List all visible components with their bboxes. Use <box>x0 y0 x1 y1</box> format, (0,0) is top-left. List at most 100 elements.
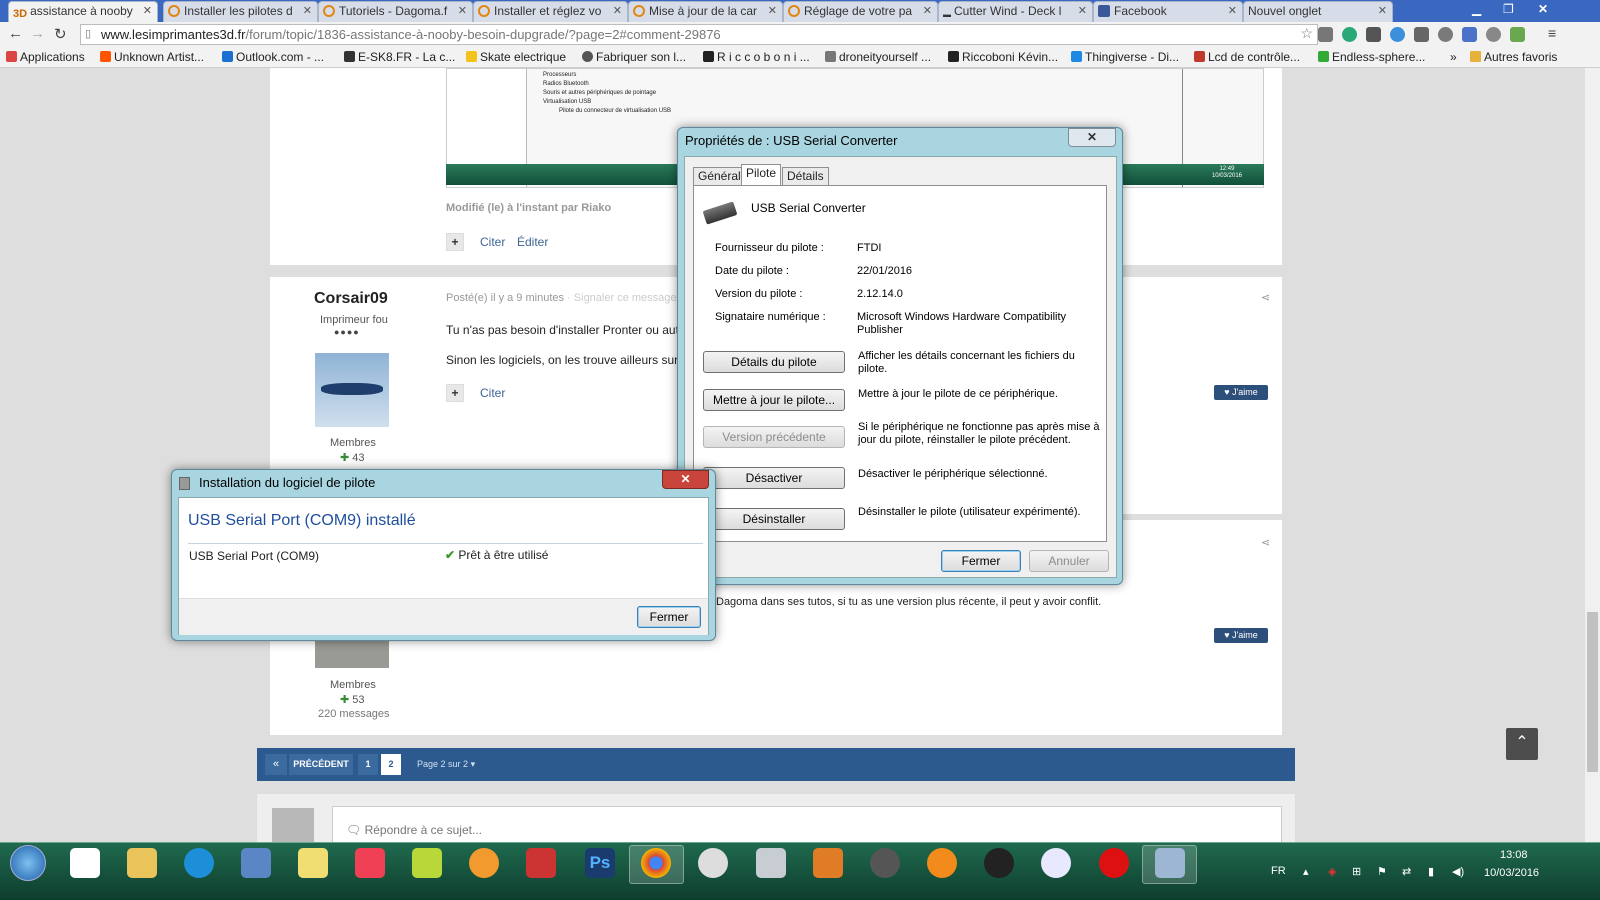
bookmark-fabriquer[interactable]: Fabriquer son l... <box>582 50 686 64</box>
menu-icon[interactable]: ≡ <box>1548 25 1556 41</box>
cura-icon[interactable] <box>813 848 843 878</box>
bookmark-riccoboni-kevin[interactable]: Riccoboni Kévin... <box>948 50 1058 64</box>
opera-icon[interactable] <box>1099 848 1129 878</box>
arduino-icon[interactable] <box>412 848 442 878</box>
uninstall-button[interactable]: Désinstaller <box>703 508 845 530</box>
scrollbar-thumb[interactable] <box>1587 612 1598 772</box>
remote-desktop-icon[interactable] <box>241 848 271 878</box>
bookmark-lcd[interactable]: Lcd de contrôle... <box>1194 50 1300 64</box>
close-tab-icon[interactable]: ✕ <box>458 2 467 21</box>
multiquote-button[interactable]: + <box>446 384 464 402</box>
scroll-top-button[interactable]: ⌃ <box>1506 728 1538 760</box>
bookmark-skate-electrique[interactable]: Skate electrique <box>466 50 566 64</box>
update-driver-button[interactable]: Mettre à jour le pilote... <box>703 389 845 411</box>
first-page-icon[interactable]: « <box>265 754 287 775</box>
close-tab-icon[interactable]: ✕ <box>303 2 312 21</box>
com-tool-icon[interactable] <box>1041 848 1071 878</box>
tab-pilote[interactable]: Pilote <box>741 164 782 185</box>
tab-details[interactable]: Détails <box>782 167 829 185</box>
cast-icon[interactable] <box>1318 27 1333 42</box>
sketchup-icon[interactable] <box>526 848 556 878</box>
bookmark-overflow[interactable]: » <box>1450 50 1457 64</box>
volume-icon[interactable]: ◀) <box>1452 865 1464 878</box>
reload-icon[interactable]: ↻ <box>54 25 67 43</box>
alienware-icon[interactable] <box>984 848 1014 878</box>
tab-lesimprimantes3d[interactable]: 3D assistance à nooby ✕ <box>8 1 158 22</box>
bookmark-esk8[interactable]: E-SK8.FR - La c... <box>344 50 455 64</box>
tab-general[interactable]: Général <box>693 167 746 185</box>
avatar[interactable] <box>315 353 389 427</box>
battery-icon[interactable]: ▮ <box>1428 865 1434 878</box>
page-2-button[interactable]: 2 <box>381 754 401 775</box>
minimize-icon[interactable]: ▁ <box>1472 2 1481 16</box>
previous-page-button[interactable]: PRÉCÉDENT <box>289 754 353 775</box>
like-button[interactable]: ♥ J'aime <box>1214 628 1268 643</box>
bookmark-unknown-artist[interactable]: Unknown Artist... <box>100 50 204 64</box>
clock-time[interactable]: 13:08 <box>1500 849 1528 861</box>
forward-icon[interactable]: → <box>30 25 45 42</box>
driver-details-button[interactable]: Détails du pilote <box>703 351 845 373</box>
pocket-app-icon[interactable] <box>355 848 385 878</box>
calculator-icon[interactable] <box>756 848 786 878</box>
star-icon[interactable]: ☆ <box>1300 24 1313 43</box>
author-name[interactable]: Corsair09 <box>314 290 388 308</box>
device-manager-icon[interactable] <box>1155 848 1185 878</box>
cite-link[interactable]: Citer <box>480 235 505 249</box>
extension-icon[interactable] <box>1414 27 1429 42</box>
close-tab-icon[interactable]: ✕ <box>768 2 777 21</box>
close-tab-icon[interactable]: ✕ <box>1228 2 1237 21</box>
tab-facebook[interactable]: Facebook ✕ <box>1093 1 1243 22</box>
page-jump-dropdown[interactable]: Page 2 sur 2 ▾ <box>417 759 475 770</box>
bookmark-applications[interactable]: Applications <box>6 50 85 64</box>
page-1-button[interactable]: 1 <box>358 754 378 775</box>
bookmark-droneityourself[interactable]: droneityourself ... <box>825 50 931 64</box>
antivirus-icon[interactable]: ◈ <box>1328 865 1336 878</box>
extension-gray-icon[interactable] <box>1486 27 1501 42</box>
tab-mise-a-jour[interactable]: Mise à jour de la car ✕ <box>628 1 783 22</box>
close-tab-icon[interactable]: ✕ <box>1078 2 1087 21</box>
close-tab-icon[interactable]: ✕ <box>923 2 932 21</box>
share-icon[interactable]: ⋖ <box>1261 291 1270 304</box>
photoshop-icon[interactable]: Ps <box>585 848 615 878</box>
close-icon[interactable]: ✕ <box>1068 128 1116 147</box>
apps-grid-icon[interactable] <box>70 848 100 878</box>
cite-link[interactable]: Citer <box>480 386 505 400</box>
close-tab-icon[interactable]: ✕ <box>613 2 622 21</box>
rollback-driver-button[interactable]: Version précédente <box>703 426 845 448</box>
file-explorer-icon[interactable] <box>127 848 157 878</box>
extension-green-icon[interactable] <box>1342 27 1357 42</box>
sticky-notes-icon[interactable] <box>298 848 328 878</box>
bookmark-outlook[interactable]: Outlook.com - ... <box>222 50 324 64</box>
drive-icon[interactable] <box>1510 27 1525 42</box>
bookmark-endless-sphere[interactable]: Endless-sphere... <box>1318 50 1425 64</box>
cloud-icon[interactable] <box>1390 27 1405 42</box>
bookmark-thingiverse[interactable]: Thingiverse - Di... <box>1071 50 1179 64</box>
close-button[interactable]: Fermer <box>941 550 1021 572</box>
webcam-icon[interactable] <box>870 848 900 878</box>
network-icon[interactable]: ⇄ <box>1402 865 1411 878</box>
close-icon[interactable]: ✕ <box>662 470 709 489</box>
like-button[interactable]: ♥ J'aime <box>1214 385 1268 400</box>
chrome-icon[interactable] <box>641 848 671 878</box>
restore-icon[interactable]: ❐ <box>1503 2 1514 16</box>
back-icon[interactable]: ← <box>8 25 23 42</box>
media-player-icon[interactable] <box>469 848 499 878</box>
close-tab-icon[interactable]: ✕ <box>1378 2 1387 21</box>
action-center-icon[interactable]: ⚑ <box>1377 865 1387 878</box>
teamviewer-icon[interactable] <box>184 848 214 878</box>
snipping-tool-icon[interactable] <box>698 848 728 878</box>
language-indicator[interactable]: FR <box>1271 865 1286 877</box>
tray-expand-icon[interactable]: ▴ <box>1303 865 1309 878</box>
ccleaner-icon[interactable] <box>927 848 957 878</box>
clock-date[interactable]: 10/03/2016 <box>1484 867 1539 879</box>
extension-blue-icon[interactable] <box>1462 27 1477 42</box>
tab-nouvel-onglet[interactable]: Nouvel onglet ✕ <box>1243 1 1393 22</box>
multiquote-button[interactable]: + <box>446 233 464 251</box>
cancel-button[interactable]: Annuler <box>1029 550 1109 572</box>
tab-cutter-wind[interactable]: ▬ Cutter Wind - Deck l ✕ <box>938 1 1093 22</box>
tab-reglage[interactable]: Réglage de votre pa ✕ <box>783 1 938 22</box>
close-button[interactable]: Fermer <box>637 606 701 628</box>
tab-installer-pilotes[interactable]: Installer les pilotes d ✕ <box>163 1 318 22</box>
bookmark-autres-favoris[interactable]: Autres favoris <box>1470 50 1557 64</box>
pocket-icon[interactable] <box>1366 27 1381 42</box>
